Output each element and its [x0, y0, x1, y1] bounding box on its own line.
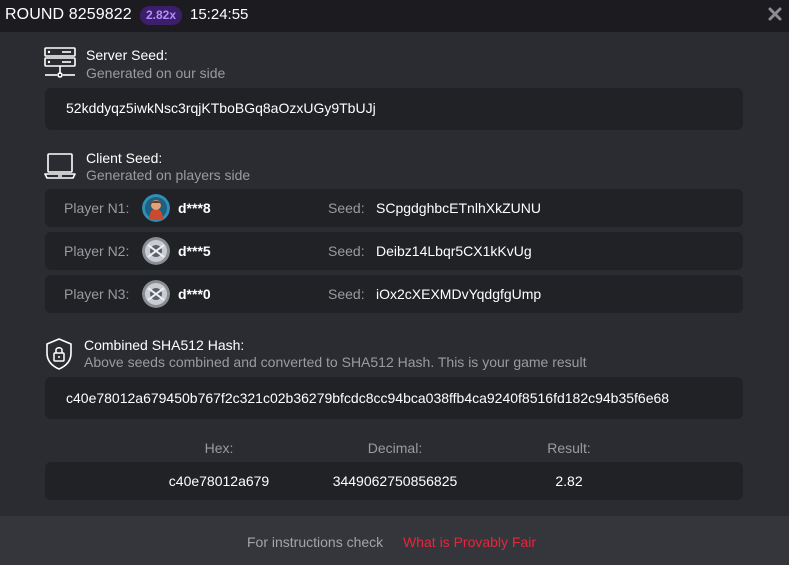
- player-name: d***0: [178, 286, 211, 302]
- player-name: d***8: [178, 200, 211, 216]
- combined-hash-title: Combined SHA512 Hash:: [84, 337, 245, 353]
- hex-value: c40e78012a679: [168, 473, 270, 489]
- player-seed-value[interactable]: SCpgdghbcETnlhXkZUNU: [376, 200, 541, 216]
- decimal-label: Decimal:: [367, 440, 423, 456]
- server-seed-subtitle: Generated on our side: [86, 65, 226, 81]
- player-avatar-1[interactable]: [142, 194, 170, 222]
- round-time: 15:24:55: [190, 6, 249, 23]
- player-row: Player N2: d***5 Seed: Deibz14Lbqr5CX1kK…: [45, 232, 743, 270]
- round-title: ROUND 8259822: [5, 6, 132, 23]
- client-seed-title: Client Seed:: [86, 150, 163, 166]
- player-row: Player N1: d***8 Seed: SCpgdghbcETnlhXkZ…: [45, 189, 743, 227]
- close-icon: [768, 7, 782, 21]
- footer-instructions-text: For instructions check: [247, 534, 384, 550]
- server-icon: [44, 47, 76, 78]
- multiplier-badge: 2.82x: [140, 6, 183, 25]
- player-label: Player N3:: [64, 286, 130, 302]
- player-name: d***5: [178, 243, 211, 259]
- close-button[interactable]: [767, 6, 783, 22]
- player-avatar-2[interactable]: [142, 237, 170, 265]
- server-seed-title: Server Seed:: [86, 47, 168, 63]
- modal-header: ROUND 8259822 2.82x 15:24:55: [0, 0, 789, 32]
- player-row: Player N3: d***0 Seed: iOx2cXEXMDvYqdgfg…: [45, 275, 743, 313]
- server-seed-value[interactable]: 52kddyqz5iwkNsc3rqjKTboBGq8aOzxUGy9TbUJj: [45, 88, 743, 130]
- player-avatar-3[interactable]: [142, 280, 170, 308]
- combined-hash-subtitle: Above seeds combined and converted to SH…: [84, 354, 587, 370]
- client-seed-subtitle: Generated on players side: [86, 167, 251, 183]
- decimal-value: 3449062750856825: [332, 473, 458, 489]
- provably-fair-link[interactable]: What is Provably Fair: [403, 534, 536, 550]
- player-seed-value[interactable]: Deibz14Lbqr5CX1kKvUg: [376, 243, 532, 259]
- seed-label: Seed:: [328, 286, 365, 302]
- modal-footer: For instructions check What is Provably …: [0, 516, 789, 565]
- seed-label: Seed:: [328, 243, 365, 259]
- combined-hash-value[interactable]: c40e78012a679450b767f2c321c02b36279bfcdc…: [45, 377, 743, 419]
- seed-label: Seed:: [328, 200, 365, 216]
- player-label: Player N1:: [64, 200, 130, 216]
- player-seed-value[interactable]: iOx2cXEXMDvYqdgfgUmp: [376, 286, 541, 302]
- result-label: Result:: [547, 440, 591, 456]
- laptop-icon: [44, 153, 76, 179]
- hex-label: Hex:: [204, 440, 234, 456]
- result-value: 2.82: [555, 473, 583, 489]
- player-label: Player N2:: [64, 243, 130, 259]
- shield-lock-icon: [46, 338, 72, 370]
